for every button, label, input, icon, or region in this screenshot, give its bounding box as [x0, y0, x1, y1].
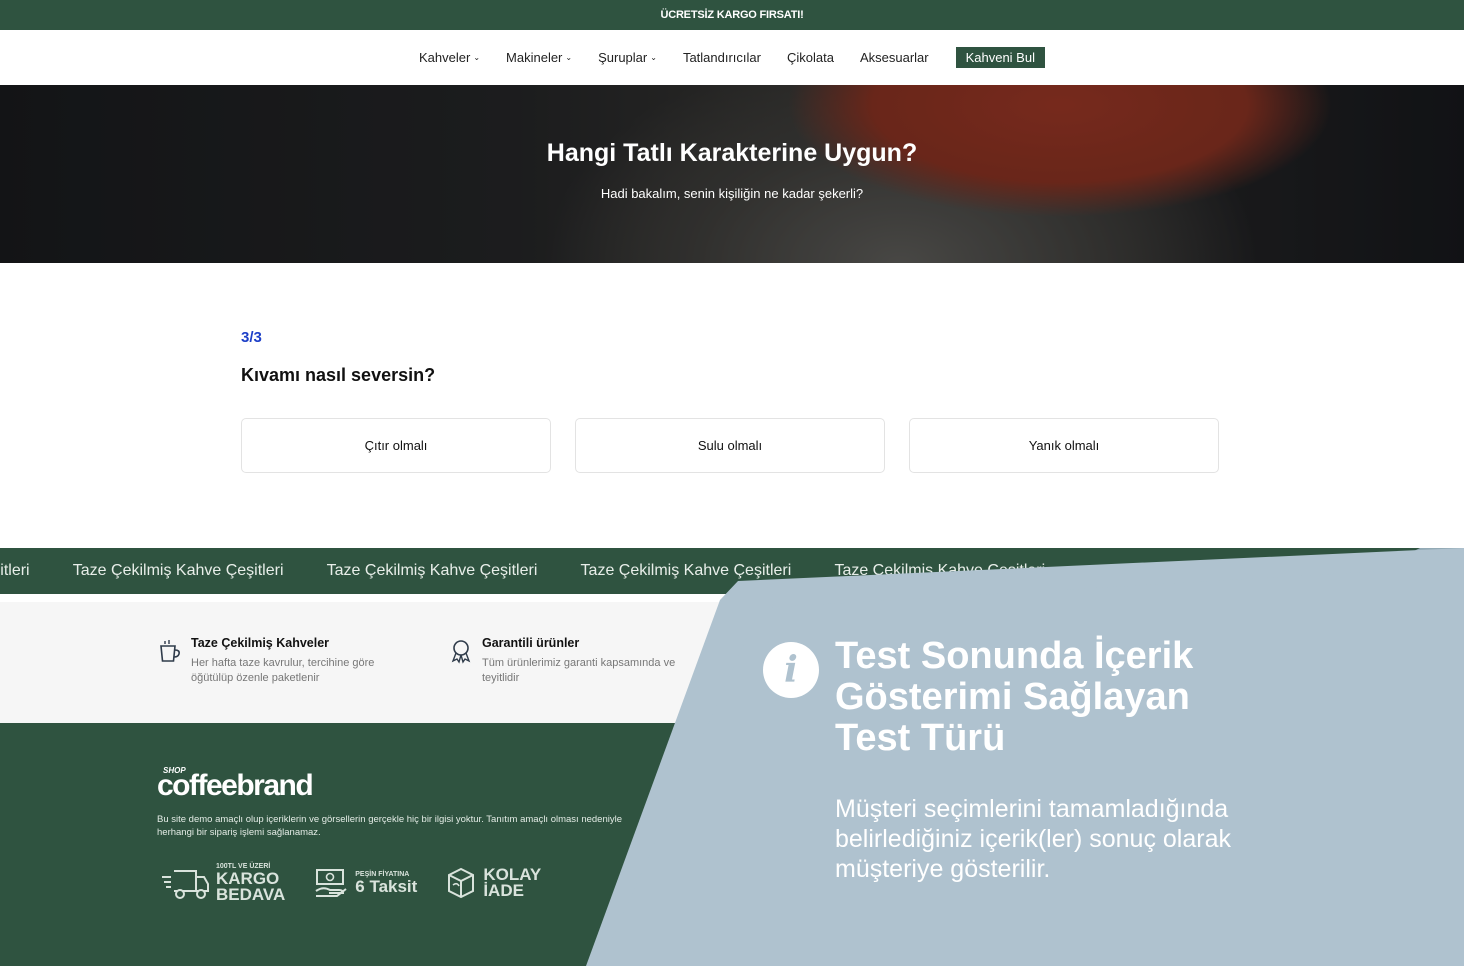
nav-item-aksesuarlar[interactable]: Aksesuarlar: [860, 50, 929, 65]
footer-disclaimer: Bu site demo amaçlı olup içeriklerin ve …: [157, 814, 622, 838]
nav-item-tatlandiricilar[interactable]: Tatlandırıcılar: [683, 50, 761, 65]
chevron-down-icon: ⌄: [565, 53, 573, 62]
quiz-options: Çıtır olmalı Sulu olmalı Yanık olmalı: [241, 418, 1219, 473]
chevron-down-icon: ⌄: [650, 53, 657, 62]
feature-title: Garantili ürünler: [482, 636, 580, 650]
badge-installments: PEŞİN FİYATINA 6 Taksit: [313, 865, 417, 901]
nav-item-label: Çikolata: [786, 50, 834, 65]
promo-text: ÜCRETSİZ KARGO FIRSATI!: [660, 9, 804, 21]
badge-big-text: BEDAVA: [216, 885, 286, 904]
nav-item-makineler[interactable]: Makineler ⌄: [506, 50, 572, 65]
quiz-option-crispy[interactable]: Çıtır olmalı: [241, 418, 551, 473]
box-return-icon: [448, 867, 475, 899]
feature-title: Taze Çekilmiş Kahveler: [191, 636, 330, 650]
logo-brand-text: coffeebrand: [157, 769, 314, 802]
hero-overlay: [0, 85, 1464, 263]
coffee-cup-icon: [160, 640, 180, 662]
hero-subtitle: Hadi bakalım, senin kişiliğin ne kadar ş…: [600, 186, 864, 201]
badge-easy-return: KOLAY İADE: [445, 865, 541, 901]
nav-item-label: Aksesuarlar: [859, 50, 929, 65]
nav-item-label: Tatlandırıcılar: [682, 50, 761, 65]
marquee-item: Taze Çekilmiş Kahve Çeşitleri: [72, 562, 284, 579]
overlay-description: Müşteri seçimlerini tamamladığında belir…: [835, 795, 1231, 883]
feature-guaranteed: Garantili ürünler Tüm ürünlerimiz garant…: [448, 636, 682, 686]
nav-item-label: Kahveler: [419, 50, 471, 65]
badge-big-text: 6 Taksit: [355, 877, 418, 896]
service-badges: 100TL VE ÜZERİ KARGO BEDAVA PEŞİN FİYATI…: [160, 863, 569, 903]
marquee-item: Taze Çekilmiş Kahve Çeşitleri: [580, 562, 792, 579]
nav-item-cikolata[interactable]: Çikolata: [787, 50, 834, 65]
hero-title: Hangi Tatlı Karakterine Uygun?: [546, 139, 918, 167]
find-coffee-button[interactable]: Kahveni Bul: [955, 47, 1045, 68]
nav-item-suruplar[interactable]: Şuruplar ⌄: [598, 50, 657, 65]
promo-bar: ÜCRETSİZ KARGO FIRSATI!: [0, 0, 1464, 30]
marquee-item: Taze Çekilmiş Kahve Çeşitleri: [326, 562, 538, 579]
marquee-item: Kahve Çeşitleri: [0, 562, 30, 579]
feature-fresh-coffee: Taze Çekilmiş Kahveler Her hafta taze ka…: [157, 636, 391, 686]
feature-description: Tüm ürünlerimiz garanti kapsamında ve te…: [482, 657, 676, 684]
chevron-down-icon: ⌄: [473, 53, 481, 62]
feature-description: Her hafta taze kavrulur, tercihine göre …: [191, 657, 375, 684]
info-icon: i: [763, 642, 819, 698]
marquee-item: Taze Çekilmiş Kahve Çeşitleri: [834, 562, 1046, 579]
cash-hand-icon: [315, 869, 347, 897]
marquee-track: Kahve Çeşitleri Taze Çekilmiş Kahve Çeşi…: [0, 562, 1084, 580]
nav-item-label: Şuruplar: [598, 50, 648, 65]
quiz-option-juicy[interactable]: Sulu olmalı: [575, 418, 885, 473]
hero-banner: Hangi Tatlı Karakterine Uygun? Hadi baka…: [0, 85, 1464, 263]
overlay-title: Test Sonunda İçerik Gösterimi Sağlayan T…: [835, 635, 1194, 759]
nav-item-label: Makineler: [506, 50, 563, 65]
truck-icon: [162, 870, 209, 899]
scrolling-banner: Kahve Çeşitleri Taze Çekilmiş Kahve Çeşi…: [0, 548, 1464, 594]
badge-free-shipping: 100TL VE ÜZERİ KARGO BEDAVA: [160, 863, 285, 903]
quiz-step-counter: 3/3: [241, 329, 262, 346]
nav-item-kahveler[interactable]: Kahveler ⌄: [419, 50, 480, 65]
badge-big-text: İADE: [483, 881, 524, 900]
award-ribbon-icon: [451, 640, 471, 664]
quiz-option-burnt[interactable]: Yanık olmalı: [909, 418, 1219, 473]
quiz-question: Kıvamı nasıl seversin?: [241, 365, 436, 385]
main-nav: Kahveler ⌄ Makineler ⌄ Şuruplar ⌄ Tatlan…: [0, 30, 1464, 85]
